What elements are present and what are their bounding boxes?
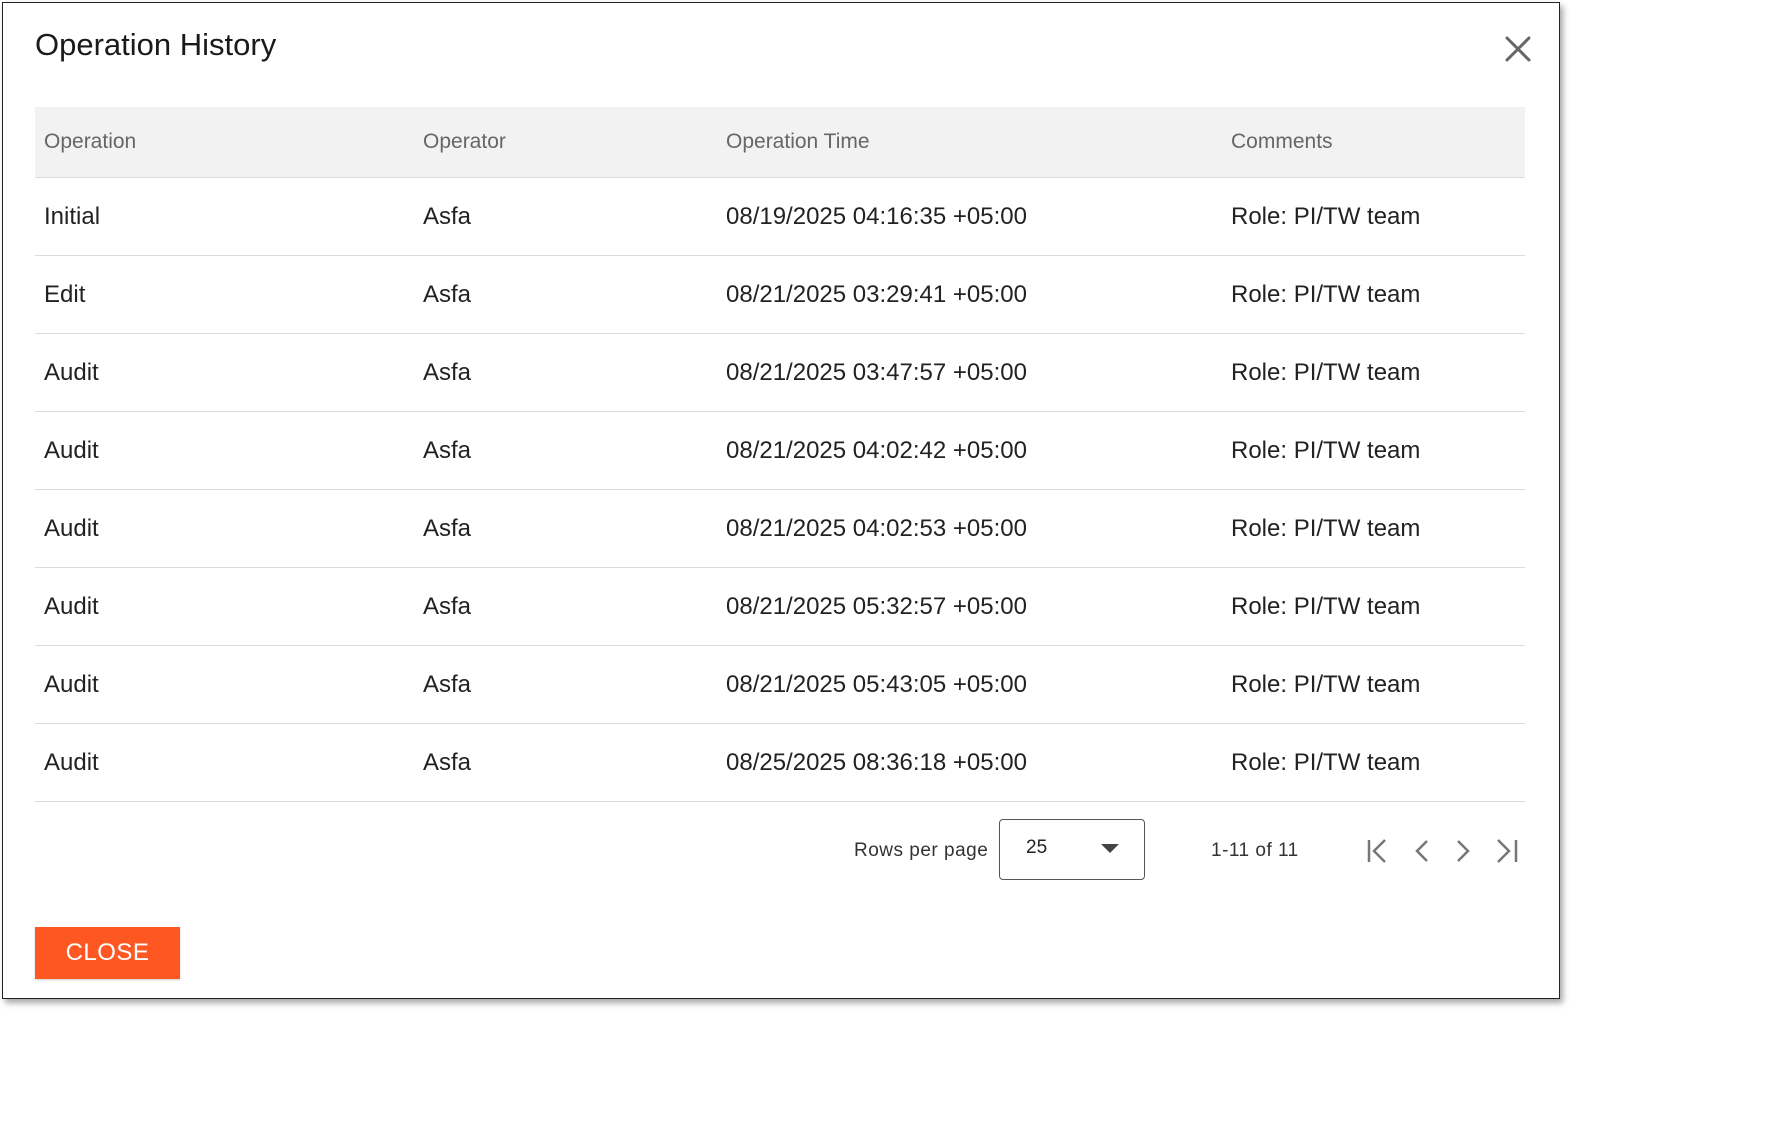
column-header-operation[interactable]: Operation xyxy=(35,107,414,178)
next-page-icon[interactable] xyxy=(1447,835,1479,867)
cell-operation-time: 08/21/2025 04:02:53 +05:00 xyxy=(717,489,1222,568)
cell-operation-time: 08/21/2025 05:43:05 +05:00 xyxy=(717,645,1222,724)
cell-operation-time: 08/21/2025 05:32:57 +05:00 xyxy=(717,567,1222,646)
cell-operation: Audit xyxy=(35,333,414,412)
cell-operator: Asfa xyxy=(414,255,717,334)
cell-operator: Asfa xyxy=(414,411,717,490)
cell-operation-time: 08/21/2025 03:29:41 +05:00 xyxy=(717,255,1222,334)
cell-comments: Role: PI/TW team xyxy=(1222,489,1525,568)
table-header-row: Operation Operator Operation Time Commen… xyxy=(35,107,1525,178)
history-table-container: Operation Operator Operation Time Commen… xyxy=(35,107,1525,802)
table-row: Audit Asfa 08/21/2025 05:43:05 +05:00 Ro… xyxy=(35,645,1525,724)
table-row: Initial Asfa 08/19/2025 04:16:35 +05:00 … xyxy=(35,177,1525,256)
cell-operation: Audit xyxy=(35,567,414,646)
cell-comments: Role: PI/TW team xyxy=(1222,567,1525,646)
pagination-bar: Rows per page 25 1-11 of 11 xyxy=(3,819,1561,883)
last-page-icon[interactable] xyxy=(1490,835,1522,867)
cell-operator: Asfa xyxy=(414,177,717,256)
previous-page-icon[interactable] xyxy=(1406,835,1438,867)
cell-operator: Asfa xyxy=(414,645,717,724)
cell-comments: Role: PI/TW team xyxy=(1222,255,1525,334)
cell-operation: Initial xyxy=(35,177,414,256)
cell-comments: Role: PI/TW team xyxy=(1222,411,1525,490)
history-table: Operation Operator Operation Time Commen… xyxy=(35,107,1525,802)
cell-comments: Role: PI/TW team xyxy=(1222,723,1525,802)
column-header-comments[interactable]: Comments xyxy=(1222,107,1525,178)
table-row: Audit Asfa 08/21/2025 03:47:57 +05:00 Ro… xyxy=(35,333,1525,412)
cell-operation: Edit xyxy=(35,255,414,334)
cell-operation-time: 08/21/2025 04:02:42 +05:00 xyxy=(717,411,1222,490)
close-icon[interactable] xyxy=(1498,29,1538,69)
cell-operation-time: 08/19/2025 04:16:35 +05:00 xyxy=(717,177,1222,256)
rows-per-page-select[interactable]: 25 xyxy=(999,819,1145,880)
dialog-title: Operation History xyxy=(35,27,277,62)
cell-operation-time: 08/21/2025 03:47:57 +05:00 xyxy=(717,333,1222,412)
cell-operator: Asfa xyxy=(414,333,717,412)
cell-operator: Asfa xyxy=(414,489,717,568)
close-button[interactable]: CLOSE xyxy=(35,927,180,979)
cell-operator: Asfa xyxy=(414,567,717,646)
first-page-icon[interactable] xyxy=(1363,835,1395,867)
table-row: Edit Asfa 08/21/2025 03:29:41 +05:00 Rol… xyxy=(35,255,1525,334)
column-header-operation-time[interactable]: Operation Time xyxy=(717,107,1222,178)
column-header-operator[interactable]: Operator xyxy=(414,107,717,178)
page-range-label: 1-11 of 11 xyxy=(1211,840,1299,861)
operation-history-dialog: Operation History Operation Operator Ope… xyxy=(2,2,1560,999)
table-row: Audit Asfa 08/21/2025 05:32:57 +05:00 Ro… xyxy=(35,567,1525,646)
cell-comments: Role: PI/TW team xyxy=(1222,177,1525,256)
cell-operation: Audit xyxy=(35,411,414,490)
table-row: Audit Asfa 08/25/2025 08:36:18 +05:00 Ro… xyxy=(35,723,1525,802)
rows-per-page-label: Rows per page xyxy=(854,840,989,861)
table-row: Audit Asfa 08/21/2025 04:02:42 +05:00 Ro… xyxy=(35,411,1525,490)
cell-comments: Role: PI/TW team xyxy=(1222,333,1525,412)
cell-operation: Audit xyxy=(35,723,414,802)
cell-operation-time: 08/25/2025 08:36:18 +05:00 xyxy=(717,723,1222,802)
cell-operation: Audit xyxy=(35,645,414,724)
rows-per-page-value: 25 xyxy=(1026,837,1048,858)
caret-down-icon xyxy=(1101,844,1119,853)
table-row: Audit Asfa 08/21/2025 04:02:53 +05:00 Ro… xyxy=(35,489,1525,568)
cell-operation: Audit xyxy=(35,489,414,568)
cell-comments: Role: PI/TW team xyxy=(1222,645,1525,724)
cell-operator: Asfa xyxy=(414,723,717,802)
